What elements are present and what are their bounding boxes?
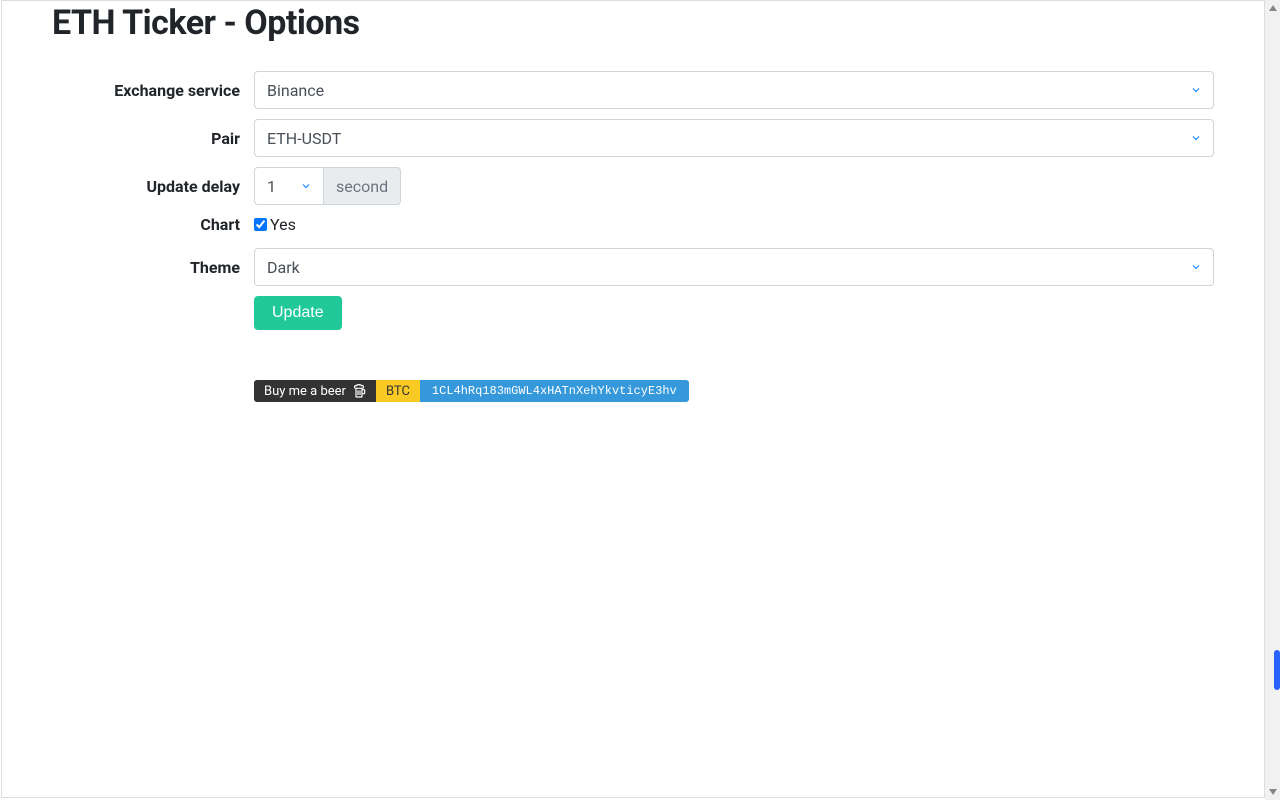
- chart-checkbox-label: Yes: [270, 215, 296, 234]
- update-delay-select[interactable]: 1: [254, 167, 324, 205]
- row-theme: Theme Dark: [52, 248, 1214, 286]
- chart-checkbox[interactable]: [254, 218, 267, 231]
- label-update-delay: Update delay: [52, 177, 254, 196]
- theme-select[interactable]: Dark: [254, 248, 1214, 286]
- pair-select[interactable]: ETH-USDT: [254, 119, 1214, 157]
- scroll-down-icon: [1268, 787, 1278, 797]
- exchange-service-select[interactable]: Binance: [254, 71, 1214, 109]
- row-submit: Update: [52, 296, 1214, 330]
- label-theme: Theme: [52, 258, 254, 277]
- update-delay-unit: second: [324, 167, 401, 205]
- donation-beer-segment: Buy me a beer: [254, 380, 376, 402]
- label-exchange-service: Exchange service: [52, 81, 254, 100]
- label-pair: Pair: [52, 129, 254, 148]
- donation-currency-segment: BTC: [376, 380, 420, 402]
- row-exchange-service: Exchange service Binance: [52, 71, 1214, 109]
- row-chart: Chart Yes: [52, 215, 1214, 234]
- donation-badge[interactable]: Buy me a beer BTC 1CL4hRq183mGWL4xHATnXe…: [254, 380, 1214, 402]
- scroll-thumb-accent: [1274, 650, 1280, 690]
- update-button[interactable]: Update: [254, 296, 342, 330]
- row-pair: Pair ETH-USDT: [52, 119, 1214, 157]
- scroll-up-icon: [1268, 3, 1278, 13]
- donation-address-segment: 1CL4hRq183mGWL4xHATnXehYkvticyE3hv: [420, 380, 689, 402]
- row-update-delay: Update delay 1 second: [52, 167, 1214, 205]
- beer-icon: [352, 383, 368, 399]
- page-title: ETH Ticker - Options: [52, 3, 1214, 43]
- label-chart: Chart: [52, 215, 254, 234]
- donation-beer-text: Buy me a beer: [264, 384, 346, 399]
